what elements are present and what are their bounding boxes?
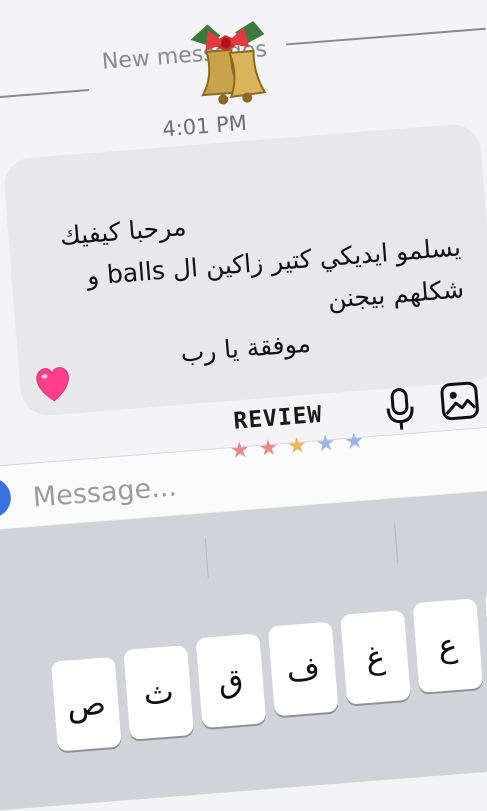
message-timestamp: 4:01 PM [161,110,248,142]
conversation-view: New messages 4:01 PM مرحبا كيفيك يسلمو ا… [0,0,487,811]
heart-icon [36,367,69,402]
message-bubble[interactable]: مرحبا كيفيك يسلمو ايديكي كتير زاكين ال b… [2,122,487,418]
star-icon: ★ [257,435,281,462]
bell-icon [190,20,267,105]
message-line: مرحبا كيفيك [58,211,188,251]
keyboard-key[interactable]: غ [340,609,411,705]
message-line: شكلهم بيجنن [326,274,466,314]
keyboard-key[interactable]: ث [123,645,195,740]
message-line: موفقة يا رب [179,328,312,368]
star-icon: ★ [343,428,367,456]
star-icon: ★ [286,433,309,460]
keyboard-key[interactable]: ع [412,598,484,693]
keyboard-key[interactable]: ق [195,633,267,729]
gallery-icon[interactable] [438,379,481,422]
star-icon: ★ [314,430,338,458]
divider-line-right [286,27,486,46]
review-sticker: REVIEW [232,401,324,435]
star-icon: ★ [228,437,252,465]
keyboard-key[interactable]: ص [50,656,122,752]
divider-line-left [0,89,90,101]
keyboard-key[interactable]: ف [267,621,339,717]
microphone-icon[interactable] [383,387,416,433]
